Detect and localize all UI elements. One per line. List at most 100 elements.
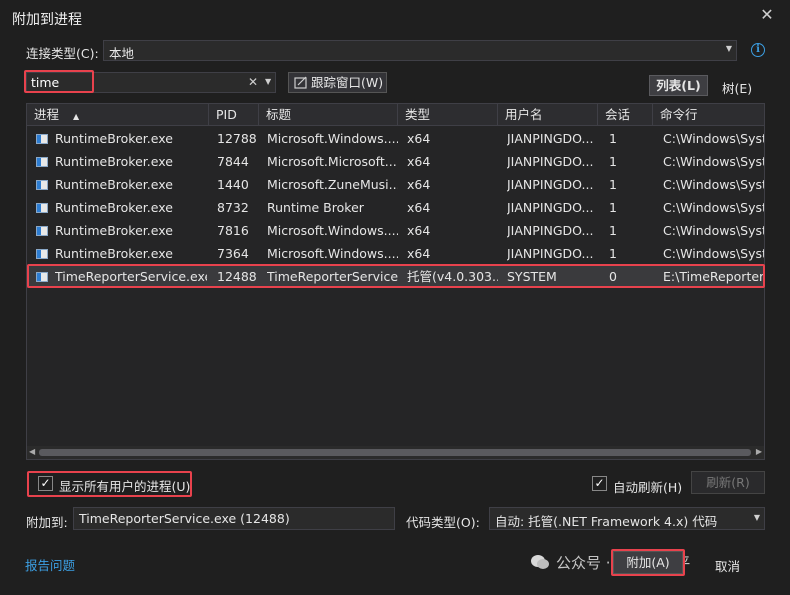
cell-session: 1 <box>609 154 617 169</box>
selected-row-highlight-box <box>27 264 765 288</box>
connection-type-value: 本地 <box>109 46 135 61</box>
connection-type-label: 连接类型(C): <box>26 46 99 61</box>
cell-title: Microsoft.Windows.... <box>267 246 398 261</box>
cell-username: JIANPINGDO... <box>507 177 594 192</box>
attach-to-value: TimeReporterService.exe (12488) <box>79 511 290 526</box>
cell-type: x64 <box>407 177 431 192</box>
table-row[interactable]: RuntimeBroker.exe 7816 Microsoft.Windows..… <box>27 219 765 242</box>
cell-type: x64 <box>407 246 431 261</box>
column-header-command-line[interactable]: 命令行 <box>653 104 764 126</box>
table-row[interactable]: RuntimeBroker.exe 7364 Microsoft.Windows..… <box>27 242 765 265</box>
cell-pid: 12788 <box>217 131 257 146</box>
cell-command-line: C:\Windows\Syste <box>663 177 765 192</box>
column-header-username[interactable]: 用户名 <box>498 104 598 126</box>
cell-username: JIANPINGDO... <box>507 246 594 261</box>
cell-session: 1 <box>609 131 617 146</box>
table-row[interactable]: RuntimeBroker.exe 1440 Microsoft.ZuneMusi.… <box>27 173 765 196</box>
tab-list-view[interactable]: 列表(L) <box>649 75 708 96</box>
close-icon[interactable]: ✕ <box>758 6 776 24</box>
table-header: 进程 ▲ PID 标题 类型 用户名 会话 命令行 <box>27 104 764 126</box>
cell-username: JIANPINGDO... <box>507 223 594 238</box>
column-header-type[interactable]: 类型 <box>398 104 498 126</box>
refresh-label: 刷新(R) <box>706 475 750 490</box>
cell-process: RuntimeBroker.exe <box>55 154 173 169</box>
cell-session: 1 <box>609 200 617 215</box>
process-icon <box>36 203 48 213</box>
report-issue-link[interactable]: 报告问题 <box>25 555 75 574</box>
tab-tree-view[interactable]: 树(E) <box>722 78 752 97</box>
table-row[interactable]: RuntimeBroker.exe 7844 Microsoft.Microsoft… <box>27 150 765 173</box>
attach-button-highlight-box <box>611 549 685 576</box>
filter-history-chevron-icon[interactable]: ▼ <box>265 77 271 86</box>
auto-refresh-checkbox[interactable]: ✓ <box>592 476 607 491</box>
cell-command-line: C:\Windows\Syste <box>663 131 765 146</box>
cell-title: Microsoft.Windows.... <box>267 223 398 238</box>
wechat-icon <box>530 554 550 570</box>
chevron-down-icon: ▼ <box>725 44 732 53</box>
cell-username: JIANPINGDO... <box>507 154 594 169</box>
column-header-session[interactable]: 会话 <box>598 104 653 126</box>
cell-title: Microsoft.Microsoft... <box>267 154 397 169</box>
cell-session: 1 <box>609 223 617 238</box>
chevron-down-icon: ▼ <box>753 513 760 522</box>
cell-command-line: C:\Windows\Syste <box>663 200 765 215</box>
scroll-right-icon[interactable]: ▶ <box>756 447 762 456</box>
process-icon <box>36 226 48 236</box>
cell-command-line: C:\Windows\Syste <box>663 154 765 169</box>
column-header-process-label: 进程 <box>34 107 60 122</box>
cell-username: JIANPINGDO... <box>507 131 594 146</box>
clear-icon[interactable]: ✕ <box>248 75 258 89</box>
cell-session: 1 <box>609 246 617 261</box>
code-type-dropdown[interactable]: 自动: 托管(.NET Framework 4.x) 代码 ▼ <box>489 507 765 530</box>
sort-ascending-icon: ▲ <box>73 112 80 121</box>
cell-title: Microsoft.Windows.... <box>267 131 398 146</box>
dialog-title: 附加到进程 <box>12 12 82 28</box>
cell-process: RuntimeBroker.exe <box>55 177 173 192</box>
cell-username: JIANPINGDO... <box>507 200 594 215</box>
scrollbar-thumb[interactable] <box>39 449 751 456</box>
cell-process: RuntimeBroker.exe <box>55 246 173 261</box>
cell-title: Runtime Broker <box>267 200 364 215</box>
cell-session: 1 <box>609 177 617 192</box>
column-header-process[interactable]: 进程 ▲ <box>27 104 209 126</box>
tab-list-label: 列表(L) <box>656 78 701 93</box>
process-icon <box>36 180 48 190</box>
cell-process: RuntimeBroker.exe <box>55 200 173 215</box>
connection-type-dropdown[interactable]: 本地 ▼ <box>103 40 737 61</box>
process-icon <box>36 157 48 167</box>
process-icon <box>36 249 48 259</box>
cell-command-line: C:\Windows\Syste <box>663 223 765 238</box>
cell-type: x64 <box>407 200 431 215</box>
cell-process: RuntimeBroker.exe <box>55 223 173 238</box>
horizontal-scrollbar[interactable]: ◀ ▶ <box>27 446 764 459</box>
cancel-button[interactable]: 取消 <box>715 556 740 575</box>
column-header-title[interactable]: 标题 <box>259 104 398 126</box>
cell-pid: 7816 <box>217 223 249 238</box>
code-type-label: 代码类型(O): <box>406 515 480 530</box>
code-type-value: 自动: 托管(.NET Framework 4.x) 代码 <box>495 514 718 529</box>
cell-type: x64 <box>407 154 431 169</box>
cell-command-line: C:\Windows\Syste <box>663 246 765 261</box>
table-row[interactable]: RuntimeBroker.exe 12788 Microsoft.Windows.… <box>27 127 765 150</box>
cell-title: Microsoft.ZuneMusi... <box>267 177 398 192</box>
attach-to-field: TimeReporterService.exe (12488) <box>73 507 395 530</box>
cell-type: x64 <box>407 223 431 238</box>
table-row[interactable]: RuntimeBroker.exe 8732 Runtime Broker x64 JI… <box>27 196 765 219</box>
cell-pid: 7364 <box>217 246 249 261</box>
show-all-users-highlight-box <box>27 471 192 497</box>
auto-refresh-label: 自动刷新(H) <box>613 480 683 495</box>
cell-pid: 8732 <box>217 200 249 215</box>
attach-to-label: 附加到: <box>26 515 68 530</box>
cell-process: RuntimeBroker.exe <box>55 131 173 146</box>
column-header-pid[interactable]: PID <box>209 104 259 126</box>
info-icon[interactable]: i <box>751 43 765 57</box>
process-icon <box>36 134 48 144</box>
track-window-label: 跟踪窗口(W) <box>311 75 384 90</box>
track-window-icon <box>294 76 307 89</box>
filter-input[interactable]: time <box>31 75 59 90</box>
cell-pid: 1440 <box>217 177 249 192</box>
scroll-left-icon[interactable]: ◀ <box>29 447 35 456</box>
cell-type: x64 <box>407 131 431 146</box>
cell-pid: 7844 <box>217 154 249 169</box>
refresh-button[interactable]: 刷新(R) <box>691 471 765 494</box>
